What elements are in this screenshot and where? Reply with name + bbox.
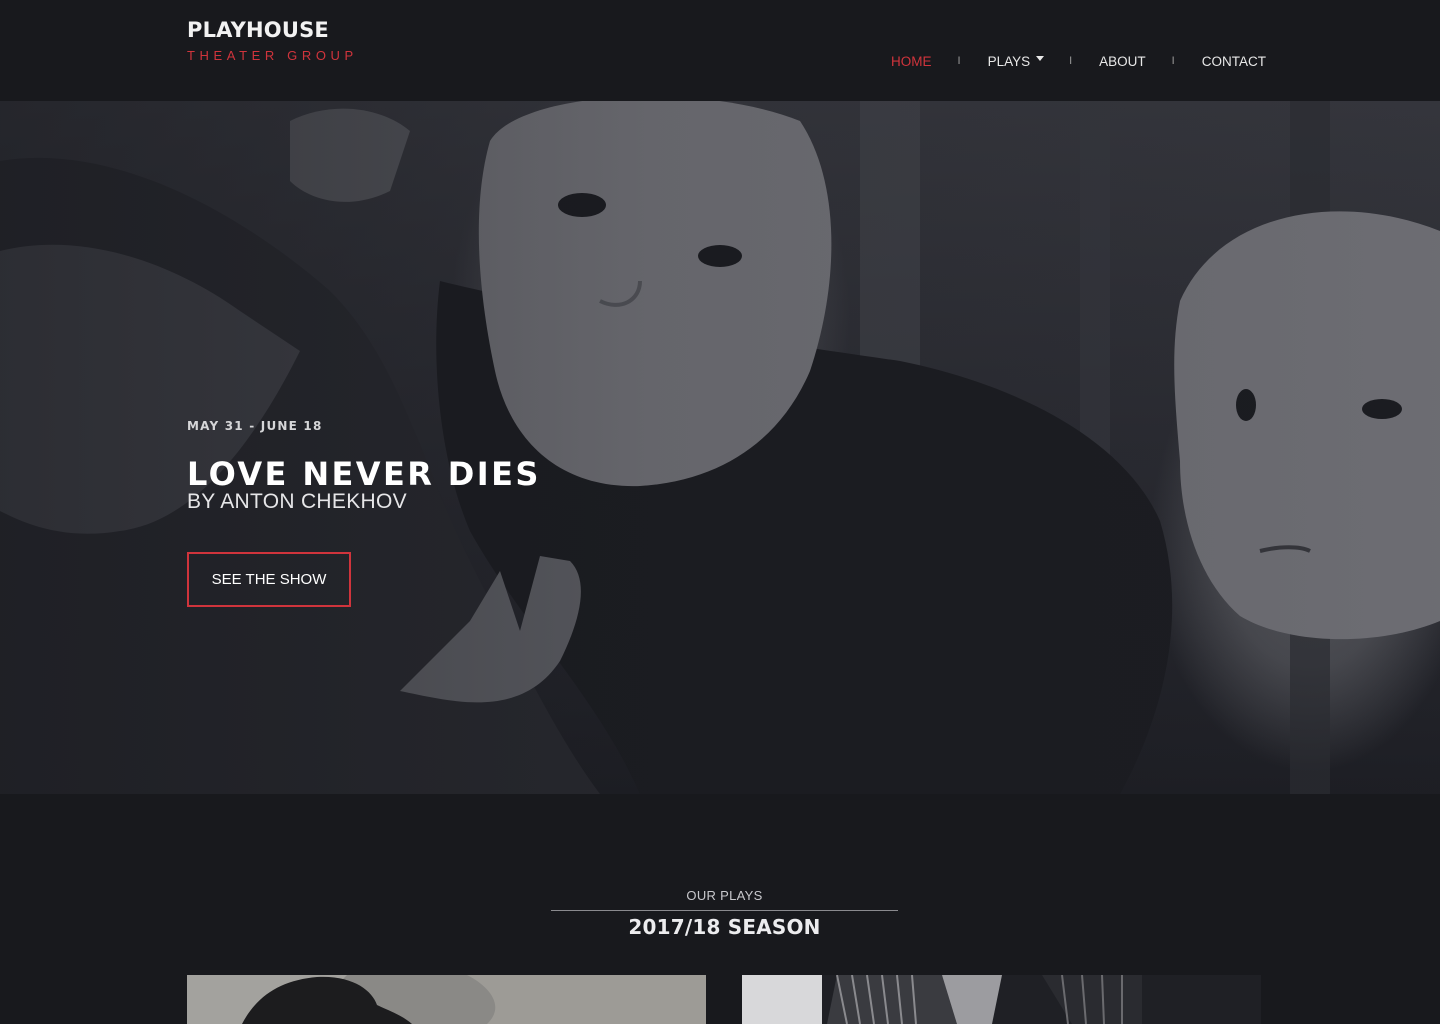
- nav-item-contact[interactable]: CONTACT: [1202, 54, 1266, 69]
- section-title: 2017/18 SEASON: [628, 915, 821, 939]
- section-divider: [551, 910, 898, 911]
- nav-separator: I: [957, 55, 961, 67]
- site-header: PLAYHOUSE THEATER GROUP HOME I PLAYS I A…: [0, 0, 1440, 101]
- nav-item-about[interactable]: ABOUT: [1099, 54, 1146, 69]
- hero-author: BY ANTON CHEKHOV: [187, 490, 407, 513]
- see-the-show-button[interactable]: SEE THE SHOW: [187, 552, 351, 607]
- play-card-image: [742, 975, 1261, 1024]
- play-card[interactable]: [187, 975, 706, 1024]
- main-nav: HOME I PLAYS I ABOUT I CONTACT: [891, 52, 1266, 70]
- nav-item-home[interactable]: HOME: [891, 54, 932, 69]
- logo-subtitle: THEATER GROUP: [187, 48, 358, 63]
- section-label: OUR PLAYS: [686, 888, 763, 903]
- nav-item-plays[interactable]: PLAYS: [988, 54, 1045, 69]
- nav-item-plays-label: PLAYS: [987, 53, 1031, 69]
- nav-separator: I: [1069, 55, 1073, 67]
- play-card-image: [187, 975, 706, 1024]
- hero-date: MAY 31 - JUNE 18: [187, 419, 323, 433]
- nav-separator: I: [1171, 55, 1175, 67]
- logo-title: PLAYHOUSE: [187, 18, 329, 42]
- logo[interactable]: PLAYHOUSE THEATER GROUP: [187, 18, 358, 63]
- chevron-down-icon: [1036, 55, 1045, 61]
- hero-banner: MAY 31 - JUNE 18 LOVE NEVER DIES BY ANTO…: [0, 101, 1440, 794]
- hero-title: LOVE NEVER DIES: [187, 455, 541, 493]
- hero-overlay: [0, 101, 1440, 794]
- play-card[interactable]: [742, 975, 1261, 1024]
